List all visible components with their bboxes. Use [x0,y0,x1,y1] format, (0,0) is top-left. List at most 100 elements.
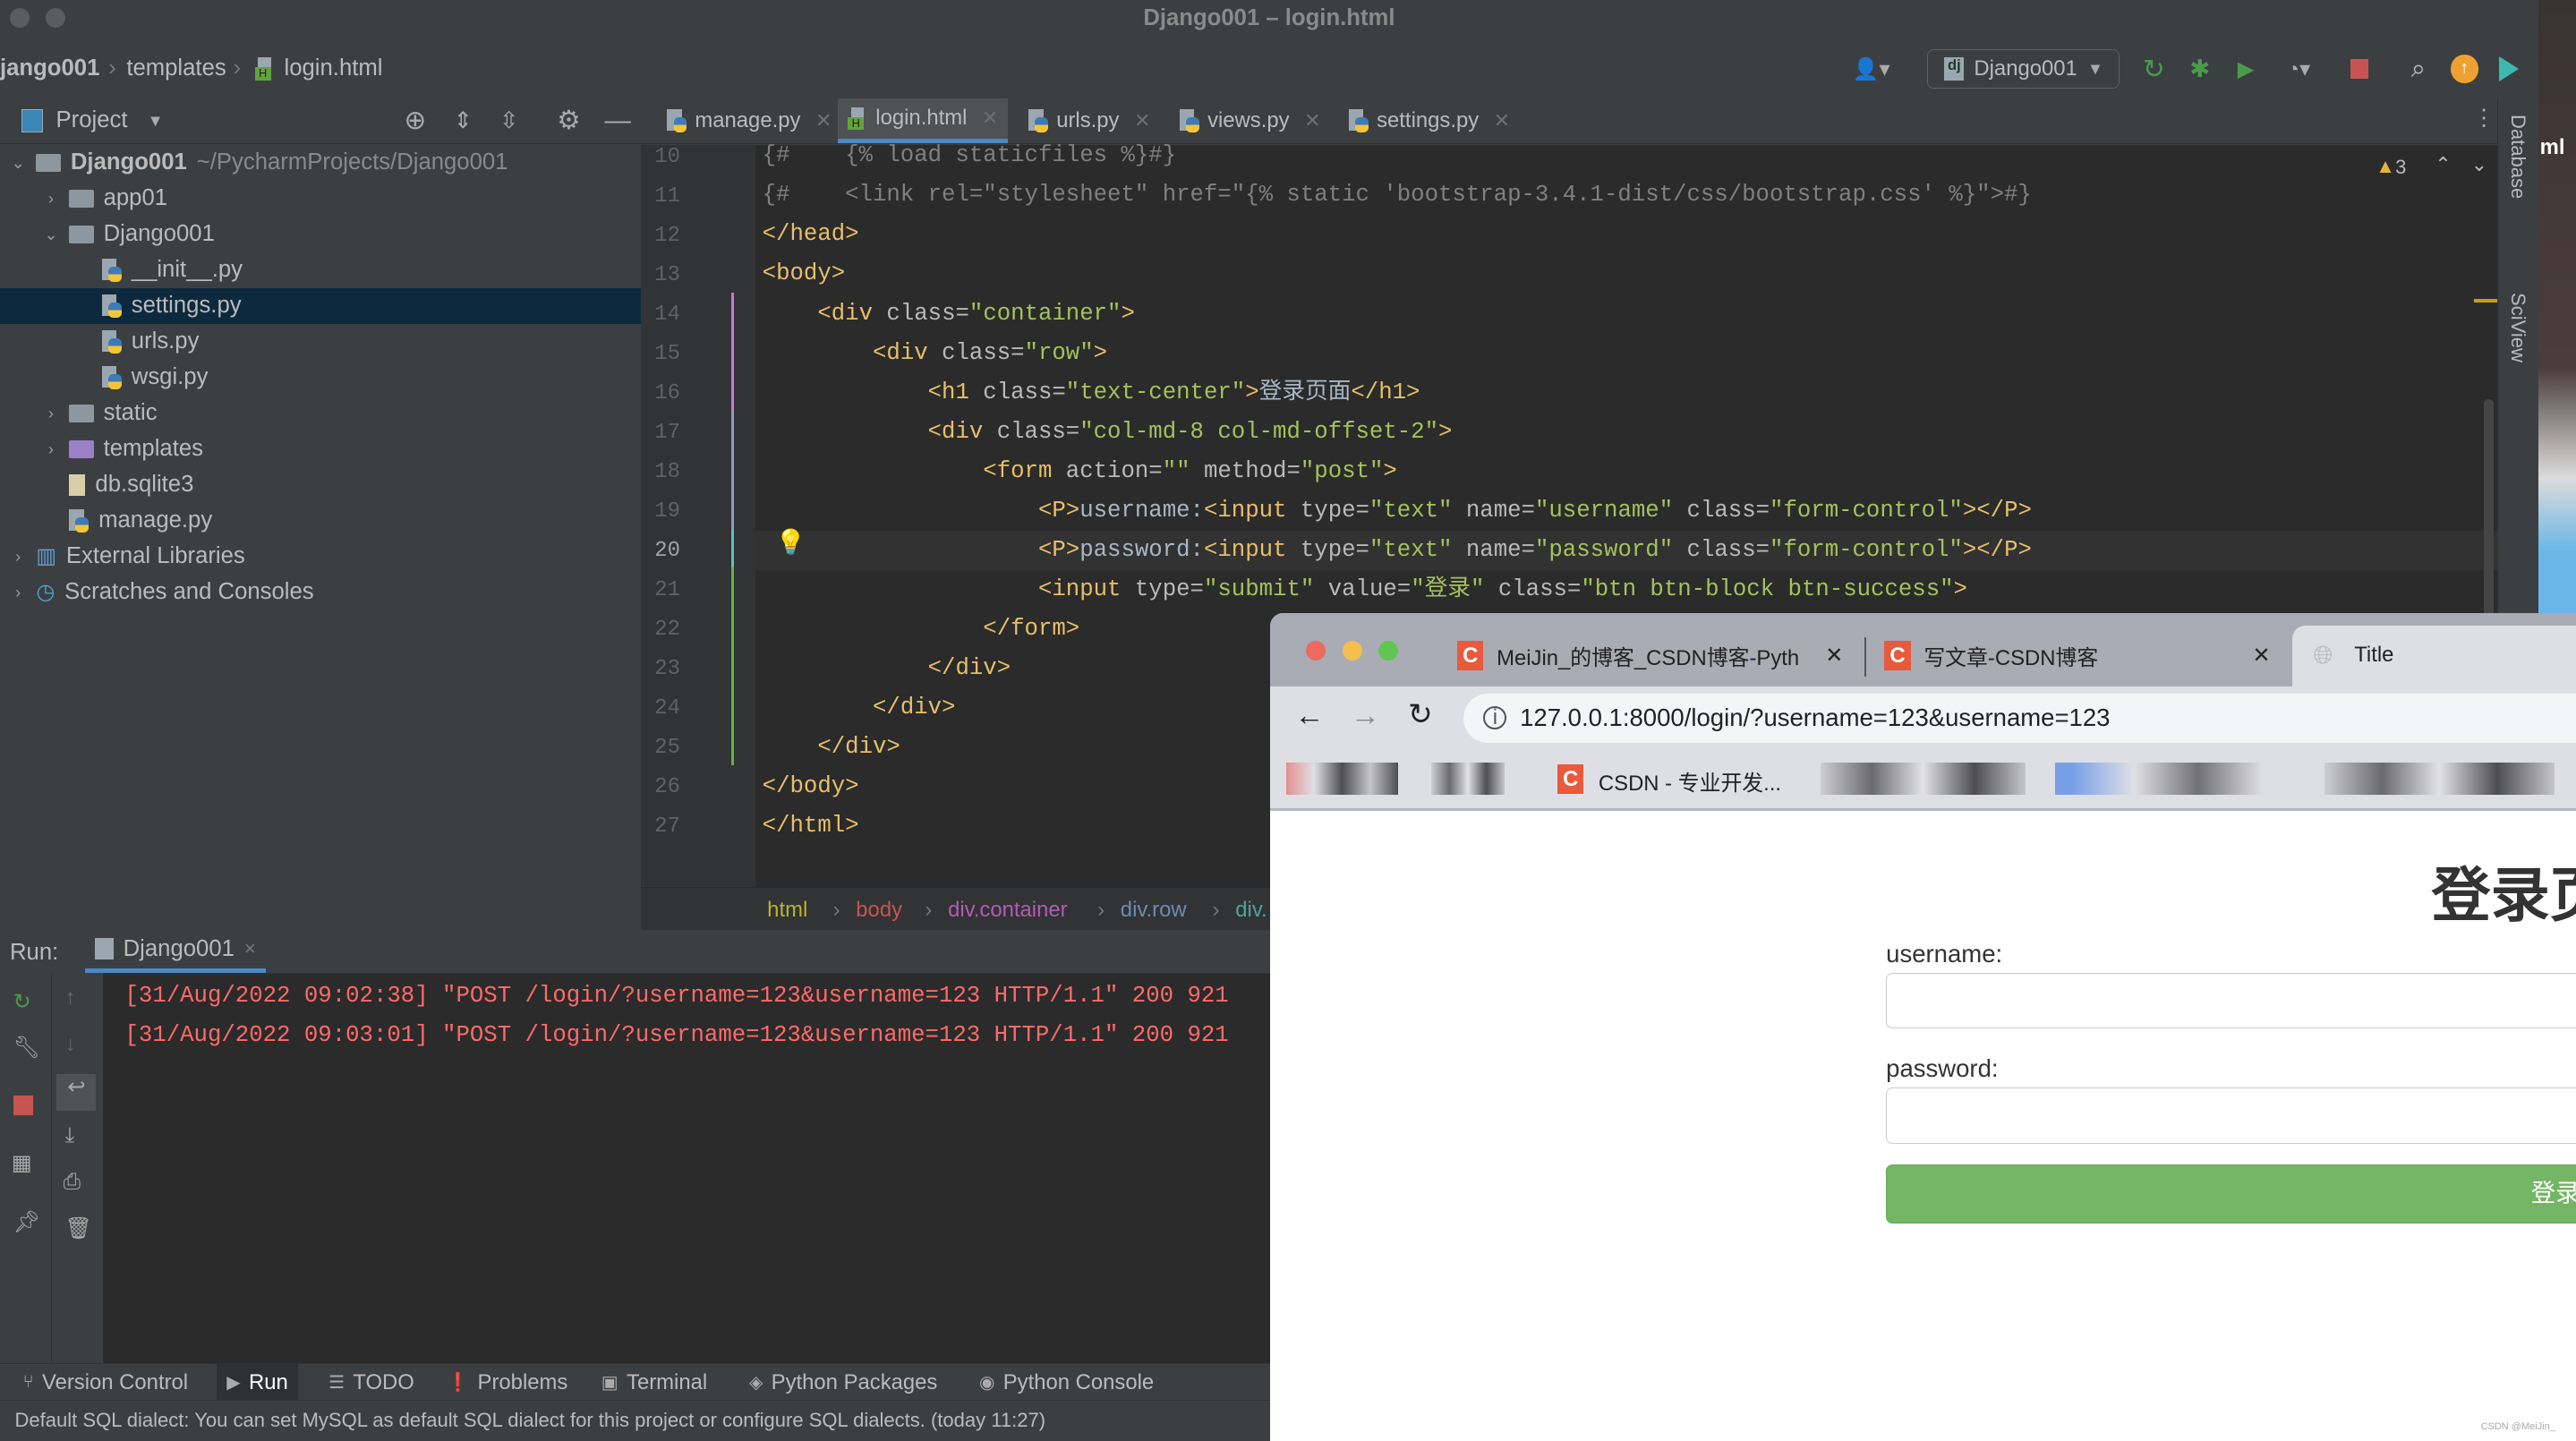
tree-item[interactable]: › templates [0,431,641,467]
breadcrumb-div-[interactable]: div. [1235,898,1267,923]
arrow-up-icon[interactable]: ↑ [65,985,76,1010]
chevron-right-icon[interactable]: › [43,404,59,423]
chevron-down-icon[interactable]: ⌄ [43,225,59,244]
user-icon[interactable]: 👤▾ [1847,53,1896,86]
warning-count[interactable]: 3 [2395,156,2406,179]
tree-item[interactable]: › app01 [0,181,641,217]
code-line[interactable]: <div class="container"> [763,294,1135,334]
tree-item[interactable]: settings.py [0,287,641,324]
blurred-bookmark[interactable] [2055,762,2261,796]
chevron-down-icon[interactable]: ▼ [148,111,164,131]
browser-zoom-button[interactable] [1378,640,1398,661]
tool-run[interactable]: ▶ Run [217,1364,298,1401]
pin-icon[interactable]: 📌︎ [13,1209,40,1235]
tool-python-console[interactable]: ◉ Python Console [969,1364,1164,1400]
breadcrumb-div-container[interactable]: div.container [948,898,1068,923]
breadcrumb-html[interactable]: html [767,898,807,923]
login-submit-button[interactable]: 登录 [1886,1164,2576,1224]
tree-item[interactable]: __init__.py [0,252,641,288]
coverage-icon[interactable]: ▶ [2231,53,2261,86]
collapse-all-icon[interactable]: ⇳ [499,107,519,134]
jetbrains-toolbox-icon[interactable] [2495,53,2521,86]
close-icon[interactable]: ✕ [1494,109,1510,132]
bookmark-csdn[interactable]: CSDN - 专业开发... [1599,765,1781,797]
update-icon[interactable]: ↑ [2450,53,2479,86]
code-line[interactable]: <P>password:<input type="text" name="pas… [763,531,2032,570]
close-icon[interactable]: ✕ [815,109,832,132]
project-panel-title[interactable]: Project [56,107,128,133]
close-icon[interactable]: ✕ [1134,109,1150,132]
run-configuration-dropdown[interactable]: dj Django001 ▼ [1927,49,2120,90]
info-icon[interactable]: i [1483,706,1507,730]
breadcrumb-folder[interactable]: templates [126,55,226,81]
trash-icon[interactable]: 🗑︎ [65,1215,92,1241]
password-input[interactable] [1886,1087,2576,1144]
gear-icon[interactable]: ⚙ [557,105,580,136]
layout-icon[interactable]: ▦ [12,1150,32,1176]
breadcrumb-div-row[interactable]: div.row [1121,898,1187,923]
close-icon[interactable]: ✕ [1304,109,1320,132]
code-line[interactable]: </form> [763,610,1079,649]
tool-version-control[interactable]: ⑂ Version Control [13,1364,198,1400]
forward-icon[interactable]: → [1351,698,1380,732]
tree-item[interactable]: db.sqlite3 [0,467,641,503]
tool-problems[interactable]: ❗ Problems [437,1364,577,1400]
close-tab-icon[interactable]: ✕ [2252,643,2270,669]
tool-terminal[interactable]: ▣ Terminal [592,1364,717,1400]
blurred-bookmark[interactable] [2324,762,2555,796]
code-line[interactable]: <div class="row"> [763,334,1107,373]
code-line[interactable]: <form action="" method="post"> [763,452,1397,491]
code-line[interactable]: </head> [763,215,859,254]
code-line[interactable]: </body> [763,767,859,806]
code-line[interactable]: </html> [763,806,859,846]
tree-item[interactable]: ⌄ Django001 [0,217,641,252]
profile-icon[interactable]: ◔▾ [2273,53,2323,86]
browser-tab[interactable]: C 写文章-CSDN博客 [1884,633,2098,678]
chevron-right-icon[interactable]: › [43,189,59,209]
chevron-right-icon[interactable]: › [10,547,26,567]
tree-item[interactable]: wsgi.py [0,360,641,396]
blurred-bookmark[interactable] [1820,762,2026,796]
debug-bug-icon[interactable]: ✱ [2185,53,2214,86]
chevron-right-icon[interactable]: › [43,439,59,459]
rerun-icon[interactable]: ↻ [13,989,31,1015]
breadcrumb-file[interactable]: login.html [285,55,383,81]
browser-minimize-button[interactable] [1342,640,1362,661]
search-icon[interactable]: ⌕ [2403,53,2433,86]
print-icon[interactable]: ⎙ [64,1170,81,1195]
arrow-down-icon[interactable]: ↓ [65,1032,76,1057]
browser-tab-active[interactable]: 🌐︎ Title [2291,626,2576,687]
code-line[interactable]: <div class="col-md-8 col-md-offset-2"> [763,413,1453,452]
close-icon[interactable]: × [244,937,256,960]
tree-item[interactable]: › ◷ Scratches and Consoles [0,575,641,610]
chevron-right-icon[interactable]: › [10,583,26,602]
status-message[interactable]: Default SQL dialect: You can set MySQL a… [15,1409,1046,1432]
tree-item[interactable]: › static [0,396,641,431]
blurred-bookmark[interactable] [1286,762,1398,796]
next-highlight-icon[interactable]: ⌄ [2471,153,2487,176]
lightbulb-icon[interactable]: 💡 [775,527,806,557]
code-line[interactable]: <P>username:<input type="text" name="use… [763,491,2032,531]
database-tool-button[interactable]: Database [2506,115,2529,199]
minimize-icon[interactable]: — [604,106,630,136]
tree-item[interactable]: ⌄ Django001 ~/PycharmProjects/Django001 [0,145,641,181]
address-bar[interactable]: i 127.0.0.1:8000/login/?username=123&use… [1463,693,2576,743]
sciview-tool-button[interactable]: SciView [2506,293,2529,362]
code-line[interactable]: </div> [763,649,1011,688]
previous-highlight-icon[interactable]: ⌃ [2435,153,2451,176]
browser-close-button[interactable] [1306,640,1326,661]
code-line[interactable]: <body> [763,254,846,294]
tab-views-py[interactable]: views.py ✕ [1170,98,1331,143]
tree-item[interactable]: › ▥ External Libraries [0,539,641,575]
code-line[interactable]: {# {% load staticfiles %}#} [763,136,1176,175]
chevron-down-icon[interactable]: ⌄ [10,153,26,173]
tool-python-packages[interactable]: ◈ Python Packages [739,1364,947,1400]
tree-item[interactable]: manage.py [0,503,641,539]
code-line[interactable]: <h1 class="text-center">登录页面</h1> [763,373,1420,413]
stop-icon[interactable] [13,1096,33,1116]
breadcrumb-body[interactable]: body [856,898,902,923]
wrench-icon[interactable]: 🔧︎ [13,1035,40,1061]
code-line[interactable]: </div> [763,728,900,767]
close-tab-icon[interactable]: ✕ [1825,643,1843,669]
blurred-bookmark[interactable] [1430,762,1506,796]
